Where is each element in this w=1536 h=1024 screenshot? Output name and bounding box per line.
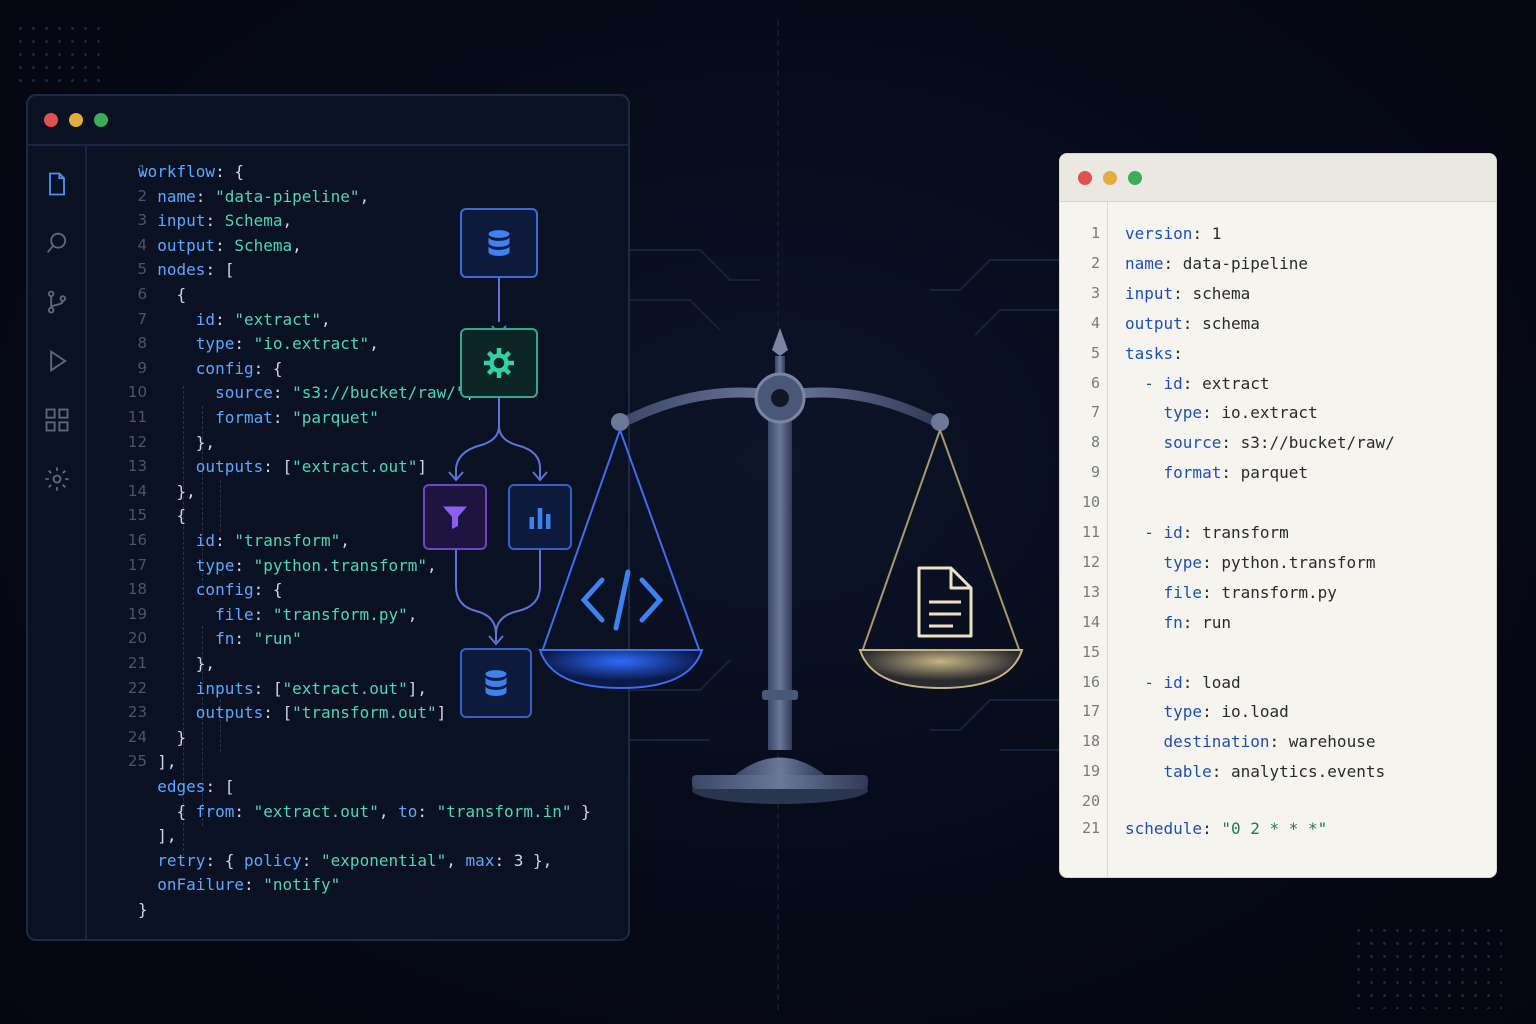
balance-scale-illustration [538, 328, 1024, 804]
yaml-token: : parquet [1221, 463, 1309, 483]
line-number: 11 [1081, 523, 1100, 541]
yaml-line: fn: run [1125, 613, 1231, 632]
yaml-token: type [1125, 702, 1203, 722]
gear-icon [484, 348, 514, 378]
yaml-token: tasks [1125, 343, 1174, 363]
yaml-line: version: 1 [1125, 224, 1221, 243]
yaml-line: type: python.transform [1125, 552, 1376, 572]
filter-icon [443, 506, 467, 529]
yaml-editor-window: 1 version: 1 2 name: data-pipeline 3 input: s… [1059, 153, 1497, 878]
line-number: 21 [1081, 819, 1100, 838]
yaml-token: : s3://bucket/raw/ [1221, 433, 1395, 453]
line-number: 20 [1081, 792, 1100, 811]
line-number: 14 [1081, 612, 1100, 631]
yaml-token: format [1125, 463, 1222, 483]
yaml-token: schedule [1125, 819, 1203, 839]
maximize-window-button[interactable] [1128, 170, 1142, 185]
line-number: 9 [1090, 463, 1100, 482]
yaml-token: source [1125, 433, 1222, 453]
database-icon [485, 670, 507, 696]
yaml-line: source: s3://bucket/raw/ [1125, 433, 1395, 452]
yaml-token: : schema [1173, 283, 1251, 303]
yaml-token: fn [1125, 612, 1183, 632]
yaml-line: - id: load [1125, 672, 1241, 692]
yaml-line: file: transform.py [1125, 583, 1337, 602]
yaml-line: - id: extract [1125, 373, 1270, 393]
minimize-window-button[interactable] [1103, 170, 1117, 185]
line-number: 16 [1081, 672, 1100, 691]
yaml-token: : analytics.events [1211, 762, 1386, 782]
yaml-token: : io.load [1202, 702, 1289, 722]
yaml-token: output [1125, 313, 1183, 333]
line-number: 4 [1090, 313, 1100, 332]
yaml-token: : python.transform [1202, 552, 1376, 572]
yaml-token: "0 2 * * *" [1221, 819, 1328, 839]
yaml-token: - [1125, 373, 1164, 393]
yaml-token: : warehouse [1269, 732, 1376, 752]
yaml-token: : schema [1182, 313, 1260, 333]
yaml-line: tasks: [1125, 344, 1183, 363]
yaml-token: type [1125, 552, 1203, 572]
flow-node-gear[interactable] [460, 328, 538, 398]
yaml-line: format: parquet [1125, 463, 1309, 483]
line-number: 6 [1090, 373, 1100, 392]
yaml-token: : extract [1182, 373, 1270, 393]
yaml-line: - id: transform [1125, 523, 1289, 542]
line-number: 12 [1081, 552, 1100, 571]
yaml-token: type [1125, 403, 1203, 423]
document-icon [917, 566, 973, 638]
yaml-token: : run [1182, 612, 1231, 632]
yaml-line: type: io.extract [1125, 403, 1318, 422]
yaml-line: type: io.load [1125, 702, 1289, 721]
yaml-titlebar [1060, 154, 1496, 202]
yaml-token: version [1125, 224, 1193, 243]
yaml-token: id [1163, 672, 1183, 692]
yaml-line: input: schema [1125, 284, 1250, 303]
line-number: 10 [1081, 493, 1100, 512]
yaml-token: name [1125, 253, 1164, 273]
yaml-token: : load [1182, 672, 1241, 692]
line-number: 3 [1090, 283, 1100, 302]
yaml-token: input [1125, 283, 1174, 303]
yaml-token: id [1163, 523, 1183, 542]
yaml-token: - [1125, 672, 1164, 692]
yaml-line: table: analytics.events [1125, 762, 1386, 782]
line-number: 7 [1090, 403, 1100, 422]
yaml-token: file [1125, 582, 1203, 602]
line-number: 18 [1081, 732, 1100, 751]
yaml-token: table [1125, 762, 1212, 782]
yaml-token: - [1125, 523, 1164, 542]
line-number: 8 [1090, 433, 1100, 452]
line-number: 1 [1090, 224, 1100, 242]
yaml-token: destination [1125, 732, 1270, 752]
flow-node-database-sink[interactable] [460, 648, 532, 718]
yaml-token: : 1 [1192, 224, 1222, 243]
line-number: 2 [1090, 253, 1100, 272]
yaml-line: name: data-pipeline [1125, 254, 1308, 273]
yaml-line: destination: warehouse [1125, 732, 1376, 752]
line-number: 17 [1081, 702, 1100, 721]
yaml-token: : io.extract [1202, 403, 1318, 423]
line-number: 5 [1090, 343, 1100, 362]
close-window-button[interactable] [1078, 170, 1092, 185]
code-brackets-icon [580, 569, 664, 631]
database-icon [488, 230, 510, 256]
yaml-token: : transform.py [1202, 582, 1337, 602]
yaml-token: : transform [1182, 523, 1289, 542]
yaml-token: : [1173, 343, 1183, 363]
yaml-token: : [1202, 819, 1222, 839]
flow-node-filter[interactable] [423, 484, 487, 550]
line-number: 19 [1081, 762, 1100, 781]
yaml-line: schedule: "0 2 * * *" [1125, 819, 1327, 838]
line-number: 15 [1081, 642, 1100, 661]
line-number: 13 [1081, 582, 1100, 601]
yaml-token: : data-pipeline [1163, 253, 1309, 273]
flow-node-database-source[interactable] [460, 208, 538, 278]
yaml-line: output: schema [1125, 314, 1260, 333]
yaml-token: id [1163, 373, 1183, 393]
